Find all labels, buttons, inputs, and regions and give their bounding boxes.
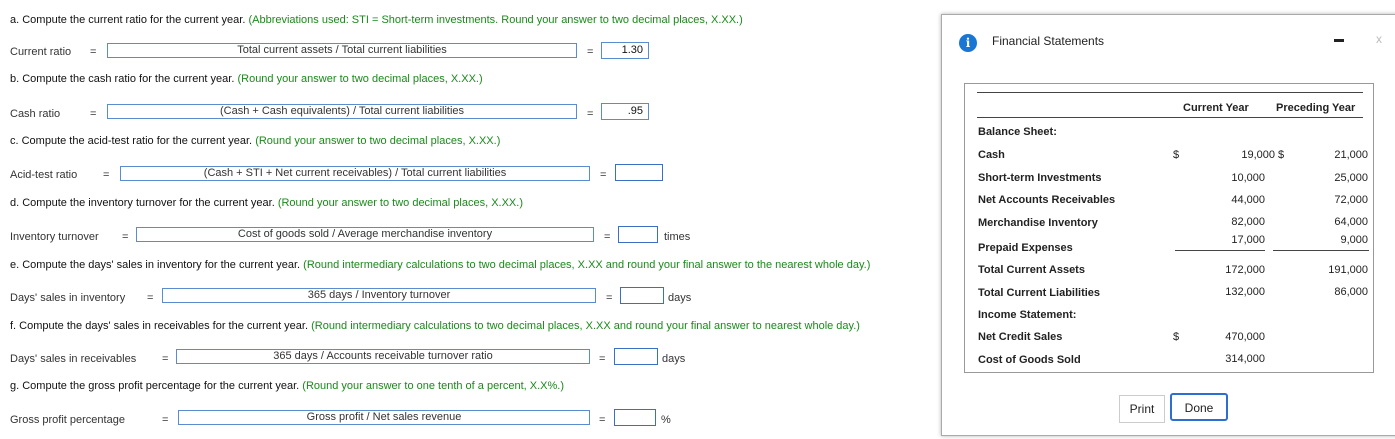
equals-sign: = bbox=[604, 231, 611, 243]
cell-value: 86,000 bbox=[1334, 286, 1368, 298]
info-icon: i bbox=[959, 34, 977, 52]
inventory-turnover-formula[interactable]: Cost of goods sold / Average merchandise… bbox=[136, 227, 594, 242]
cell-value: 470,000 bbox=[1225, 331, 1265, 343]
row-label: Cost of Goods Sold bbox=[978, 354, 1081, 366]
cell-value: 191,000 bbox=[1328, 264, 1368, 276]
equals-sign: = bbox=[587, 108, 594, 120]
row-label: Net Accounts Receivables bbox=[978, 194, 1116, 206]
acid-test-ratio-formula[interactable]: (Cash + STI + Net current receivables) /… bbox=[120, 166, 590, 181]
cell-value: 10,000 bbox=[1231, 172, 1265, 184]
question-d: d. Compute the inventory turnover for th… bbox=[10, 197, 523, 209]
cell-value: 19,000 bbox=[1241, 149, 1275, 161]
current-ratio-formula[interactable]: Total current assets / Total current lia… bbox=[107, 43, 577, 58]
currency-symbol: $ bbox=[1173, 331, 1180, 343]
days-sales-inventory-formula[interactable]: 365 days / Inventory turnover bbox=[162, 288, 596, 303]
cash-ratio-answer[interactable]: .95 bbox=[601, 103, 649, 120]
current-ratio-answer[interactable]: 1.30 bbox=[601, 42, 649, 59]
equals-sign: = bbox=[122, 231, 129, 243]
days-unit: days bbox=[668, 292, 692, 304]
question-b: b. Compute the cash ratio for the curren… bbox=[10, 73, 483, 85]
cash-ratio-label: Cash ratio bbox=[10, 108, 61, 120]
cell-value: 132,000 bbox=[1225, 286, 1265, 298]
cell-value: 17,000 bbox=[1231, 234, 1265, 246]
question-c: c. Compute the acid-test ratio for the c… bbox=[10, 135, 501, 147]
equals-sign: = bbox=[90, 108, 97, 120]
row-label: Cash bbox=[978, 149, 1005, 161]
cash-ratio-formula[interactable]: (Cash + Cash equivalents) / Total curren… bbox=[107, 104, 577, 119]
row-label: Net Credit Sales bbox=[978, 331, 1063, 343]
col-current-year: Current Year bbox=[1183, 102, 1249, 114]
col-preceding-year: Preceding Year bbox=[1276, 102, 1356, 114]
inventory-turnover-label: Inventory turnover bbox=[10, 231, 99, 243]
equals-sign: = bbox=[147, 292, 154, 304]
done-button[interactable]: Done bbox=[1170, 393, 1228, 421]
cell-value: 82,000 bbox=[1231, 216, 1265, 228]
inventory-turnover-answer[interactable] bbox=[618, 226, 658, 243]
row-label: Prepaid Expenses bbox=[978, 242, 1073, 254]
row-label: Total Current Liabilities bbox=[978, 287, 1101, 299]
cell-value: 9,000 bbox=[1340, 234, 1368, 246]
equals-sign: = bbox=[162, 353, 169, 365]
cell-value: 44,000 bbox=[1231, 194, 1265, 206]
days-sales-inventory-label: Days' sales in inventory bbox=[10, 292, 126, 304]
minimize-icon[interactable] bbox=[1334, 39, 1344, 42]
percent-unit: % bbox=[661, 414, 671, 426]
dialog-title: Financial Statements bbox=[992, 34, 1105, 48]
days-sales-receivables-label: Days' sales in receivables bbox=[10, 353, 137, 365]
days-unit: days bbox=[662, 353, 686, 365]
row-label: Merchandise Inventory bbox=[978, 217, 1098, 229]
cell-value: 25,000 bbox=[1334, 172, 1368, 184]
equals-sign: = bbox=[600, 169, 607, 181]
equals-sign: = bbox=[103, 169, 110, 181]
row-label: Short-term Investments bbox=[978, 172, 1102, 184]
equals-sign: = bbox=[599, 353, 606, 365]
equals-sign: = bbox=[90, 46, 97, 58]
days-sales-receivables-formula[interactable]: 365 days / Accounts receivable turnover … bbox=[176, 349, 590, 364]
equals-sign: = bbox=[606, 292, 613, 304]
financial-statements-dialog: i Financial Statements x Current Year Pr… bbox=[941, 14, 1395, 436]
acid-test-ratio-answer[interactable] bbox=[615, 164, 663, 181]
question-e: e. Compute the days' sales in inventory … bbox=[10, 259, 871, 271]
currency-symbol: $ bbox=[1173, 149, 1180, 161]
row-label: Total Current Assets bbox=[978, 264, 1085, 276]
question-g: g. Compute the gross profit percentage f… bbox=[10, 380, 564, 392]
current-ratio-label: Current ratio bbox=[10, 46, 72, 58]
question-f: f. Compute the days' sales in receivable… bbox=[10, 320, 860, 332]
print-button[interactable]: Print bbox=[1119, 395, 1165, 423]
cell-value: 172,000 bbox=[1225, 264, 1265, 276]
gross-profit-percentage-formula[interactable]: Gross profit / Net sales revenue bbox=[178, 410, 590, 425]
question-a: a. Compute the current ratio for the cur… bbox=[10, 14, 743, 26]
equals-sign: = bbox=[162, 414, 169, 426]
equals-sign: = bbox=[599, 414, 606, 426]
cell-value: 72,000 bbox=[1334, 194, 1368, 206]
acid-test-ratio-label: Acid-test ratio bbox=[10, 169, 78, 181]
days-sales-inventory-answer[interactable] bbox=[620, 287, 664, 304]
cell-value: 64,000 bbox=[1334, 216, 1368, 228]
close-icon[interactable]: x bbox=[1376, 32, 1382, 46]
balance-sheet-heading: Balance Sheet: bbox=[978, 126, 1057, 138]
income-statement-heading: Income Statement: bbox=[978, 309, 1077, 321]
cell-value: 21,000 bbox=[1334, 149, 1368, 161]
statements-panel: Current Year Preceding Year Balance Shee… bbox=[964, 83, 1374, 373]
times-unit: times bbox=[664, 231, 691, 243]
days-sales-receivables-answer[interactable] bbox=[614, 348, 658, 365]
currency-symbol: $ bbox=[1278, 149, 1285, 161]
equals-sign: = bbox=[587, 46, 594, 58]
gross-profit-percentage-label: Gross profit percentage bbox=[10, 414, 125, 426]
gross-profit-percentage-answer[interactable] bbox=[614, 409, 656, 426]
cell-value: 314,000 bbox=[1225, 353, 1265, 365]
